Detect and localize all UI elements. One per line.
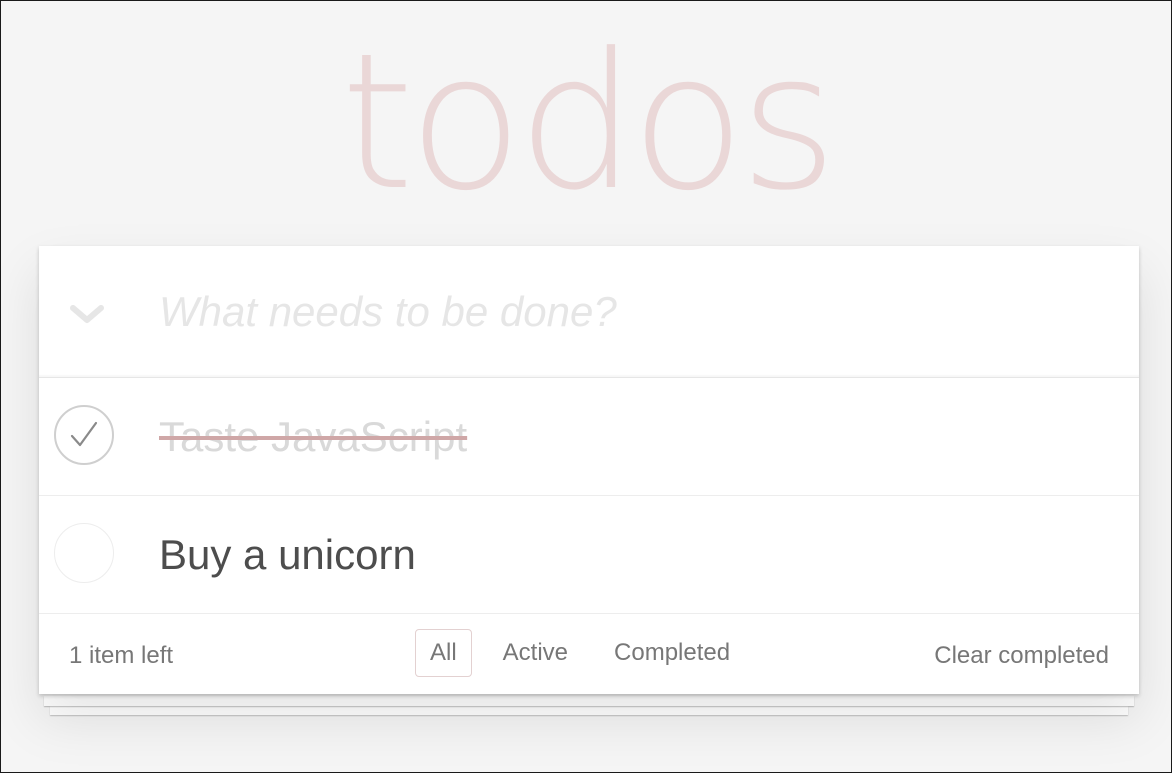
list-stack-shadow-1 bbox=[44, 696, 1134, 706]
filter-bar: All Active Completed bbox=[415, 629, 761, 677]
todo-label[interactable]: Buy a unicorn bbox=[159, 526, 416, 584]
checkmark-icon bbox=[70, 421, 98, 447]
app-title: todos bbox=[340, 13, 837, 232]
todo-item-taste-javascript: Taste JavaScript bbox=[39, 378, 1139, 496]
todo-label[interactable]: Taste JavaScript bbox=[159, 408, 467, 466]
todo-app: Taste JavaScript Buy a unicorn 1 item le… bbox=[39, 246, 1139, 694]
list-stack-shadow-2 bbox=[50, 706, 1128, 715]
items-left-count: 1 item left bbox=[69, 642, 174, 669]
todo-header bbox=[39, 246, 1139, 378]
clear-completed-button[interactable]: Clear completed bbox=[934, 642, 1109, 670]
todo-toggle-checkbox[interactable] bbox=[54, 523, 114, 583]
todo-toggle-checkbox[interactable] bbox=[54, 405, 114, 465]
chevron-down-icon bbox=[70, 305, 104, 323]
todo-footer: 1 item left All Active Completed Clear c… bbox=[39, 614, 1139, 694]
todo-list: Taste JavaScript Buy a unicorn bbox=[39, 378, 1139, 614]
filter-all[interactable]: All bbox=[415, 629, 472, 677]
new-todo-input[interactable] bbox=[159, 274, 1109, 350]
filter-active[interactable]: Active bbox=[488, 629, 583, 677]
todo-item-buy-a-unicorn: Buy a unicorn bbox=[39, 496, 1139, 614]
toggle-all-button[interactable] bbox=[65, 296, 109, 332]
filter-completed[interactable]: Completed bbox=[599, 629, 745, 677]
